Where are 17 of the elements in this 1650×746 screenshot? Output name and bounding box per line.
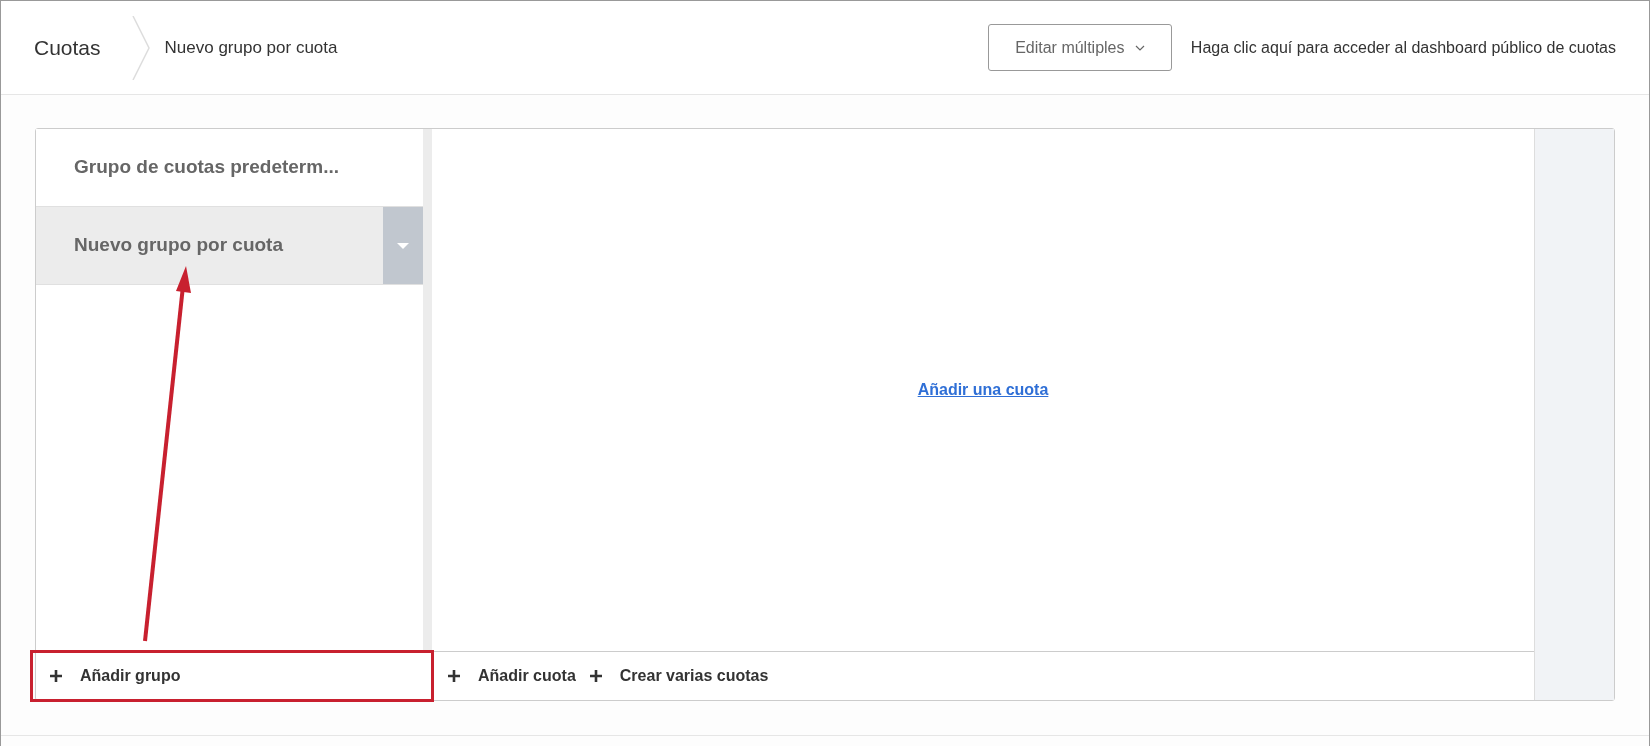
caret-down-icon xyxy=(397,242,409,249)
add-quota-button[interactable]: Añadir cuota xyxy=(478,664,576,688)
breadcrumb-item[interactable]: Nuevo grupo por cuota xyxy=(164,34,338,61)
add-quota-link[interactable]: Añadir una cuota xyxy=(917,378,1049,402)
chevron-down-icon xyxy=(1134,44,1145,51)
plus-icon xyxy=(50,670,62,682)
edit-multiple-dropdown[interactable]: Editar múltiples xyxy=(987,24,1172,71)
add-group-button[interactable]: Añadir grupo xyxy=(80,664,181,688)
create-multiple-quotas-button[interactable]: Crear varias cuotas xyxy=(619,664,769,688)
quota-group-item[interactable]: Nuevo grupo por cuota xyxy=(36,207,423,285)
plus-icon xyxy=(448,670,460,682)
group-menu-button[interactable] xyxy=(383,207,423,284)
page-title: Cuotas xyxy=(34,34,101,61)
quota-group-item[interactable]: Grupo de cuotas predeterm... xyxy=(36,129,423,207)
breadcrumb-separator-icon xyxy=(130,15,153,80)
dashboard-link[interactable]: Haga clic aquí para acceder al dashboard público de cuotas xyxy=(1190,35,1616,60)
plus-icon xyxy=(589,670,602,682)
